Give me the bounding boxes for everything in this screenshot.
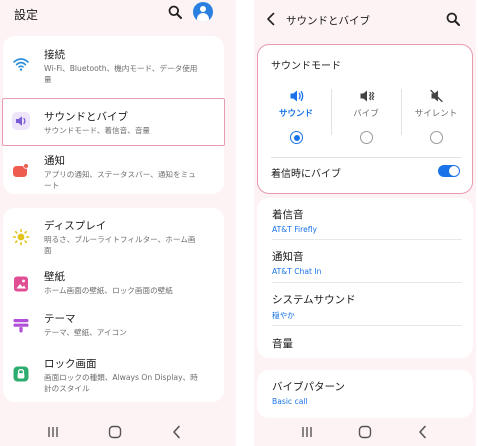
mute-icon bbox=[430, 89, 443, 103]
navigation-bar bbox=[254, 420, 476, 446]
navigation-bar bbox=[0, 420, 236, 446]
settings-item-subtitle: 明るさ、ブルーライトフィルター、ホーム画面 bbox=[44, 235, 196, 255]
vibration-card: バイブパターン Basic call bbox=[257, 370, 473, 418]
settings-item-wallpaper[interactable]: 壁紙 ホーム画面の壁紙、ロック画面の壁紙 bbox=[3, 266, 224, 300]
recents-icon[interactable] bbox=[298, 423, 316, 441]
item-title: 通知音 bbox=[272, 251, 304, 263]
radio-vibrate[interactable] bbox=[360, 131, 373, 144]
selection-highlight bbox=[2, 98, 225, 146]
wifi-icon bbox=[13, 58, 29, 71]
settings-item-title: ロック画面 bbox=[44, 358, 97, 370]
divider bbox=[272, 239, 462, 240]
wallpaper-icon bbox=[14, 276, 28, 292]
settings-item-lock-screen[interactable]: ロック画面 画面ロックの種類、Always On Display、時計のスタイル bbox=[3, 352, 224, 398]
vibration-pattern-item[interactable]: バイブパターン Basic call bbox=[272, 379, 462, 406]
item-title: バイブパターン bbox=[272, 381, 345, 393]
home-icon[interactable] bbox=[106, 423, 124, 441]
item-subtitle: AT&T Chat In bbox=[272, 267, 322, 276]
theme-icon bbox=[13, 319, 29, 333]
speaker-icon bbox=[290, 90, 304, 102]
divider bbox=[272, 325, 462, 326]
settings-item-title: 壁紙 bbox=[44, 271, 65, 283]
vibrate-icon bbox=[360, 90, 375, 102]
notification-icon bbox=[13, 163, 29, 177]
notification-sound-item[interactable]: 通知音 AT&T Chat In bbox=[272, 249, 462, 276]
ringtone-item[interactable]: 着信音 AT&T Firefly bbox=[272, 207, 462, 234]
display-icon bbox=[12, 228, 30, 246]
sound-header: サウンドとバイブ bbox=[254, 0, 476, 40]
vibrate-while-ringing-toggle[interactable] bbox=[438, 165, 460, 177]
sound-mode-label: バイブ bbox=[353, 109, 379, 119]
divider bbox=[271, 157, 461, 158]
back-icon[interactable] bbox=[266, 12, 276, 26]
home-icon[interactable] bbox=[356, 423, 374, 441]
sound-mode-label: サウンド bbox=[278, 109, 313, 119]
sound-mode-card: サウンドモード サウンド バイブ サイレント 着信時にバイブ bbox=[257, 44, 473, 194]
settings-item-themes[interactable]: テーマ テーマ、壁紙、アイコン bbox=[3, 308, 224, 342]
nav-back-icon[interactable] bbox=[168, 423, 186, 441]
system-sound-item[interactable]: システムサウンド 穏やか bbox=[272, 292, 462, 321]
item-title: 着信音 bbox=[272, 209, 304, 221]
settings-item-title: 接続 bbox=[44, 49, 65, 61]
radio-sound[interactable] bbox=[290, 131, 303, 144]
sound-vibration-screen: サウンドとバイブ サウンドモード サウンド バイブ サイレント 着信時にバイブ … bbox=[254, 0, 476, 446]
item-subtitle: AT&T Firefly bbox=[272, 225, 318, 234]
sound-mode-label: サイレント bbox=[414, 109, 458, 119]
nav-back-icon[interactable] bbox=[414, 423, 432, 441]
settings-item-display[interactable]: ディスプレイ 明るさ、ブルーライトフィルター、ホーム画面 bbox=[3, 214, 224, 260]
settings-item-title: テーマ bbox=[44, 313, 76, 325]
settings-item-subtitle: Wi-Fi、Bluetooth、機内モード、データ使用量 bbox=[44, 64, 198, 84]
settings-item-subtitle: テーマ、壁紙、アイコン bbox=[44, 328, 127, 337]
sound-settings-card: 着信音 AT&T Firefly 通知音 AT&T Chat In システムサウ… bbox=[257, 198, 473, 358]
settings-item-title: 通知 bbox=[44, 155, 65, 167]
volume-item[interactable]: 音量 bbox=[272, 336, 462, 351]
settings-screen: 設定 接続 Wi-Fi、Bluetooth、機内モード、データ使用量 サウンドと… bbox=[0, 0, 236, 446]
item-title: 音量 bbox=[272, 338, 293, 350]
item-title: システムサウンド bbox=[272, 294, 356, 306]
account-icon[interactable] bbox=[193, 2, 213, 22]
recents-icon[interactable] bbox=[44, 423, 62, 441]
item-subtitle: Basic call bbox=[272, 397, 308, 406]
settings-item-subtitle: ホーム画面の壁紙、ロック画面の壁紙 bbox=[44, 286, 173, 295]
settings-item-title: ディスプレイ bbox=[44, 220, 107, 232]
radio-mute[interactable] bbox=[430, 131, 443, 144]
settings-item-subtitle: 画面ロックの種類、Always On Display、時計のスタイル bbox=[44, 373, 198, 393]
divider bbox=[272, 282, 462, 283]
settings-item-subtitle: アプリの通知、ステータスバー、通知をミュート bbox=[44, 170, 196, 190]
search-icon[interactable] bbox=[446, 12, 460, 26]
settings-item-notifications[interactable]: 通知 アプリの通知、ステータスバー、通知をミュート bbox=[3, 150, 224, 192]
item-subtitle: 穏やか bbox=[272, 311, 295, 320]
sound-mode-option-sound[interactable]: サウンド bbox=[261, 89, 331, 151]
lock-icon bbox=[13, 366, 29, 382]
page-title: サウンドとバイブ bbox=[286, 15, 370, 27]
settings-item-connections[interactable]: 接続 Wi-Fi、Bluetooth、機内モード、データ使用量 bbox=[3, 42, 224, 88]
sound-mode-option-mute[interactable]: サイレント bbox=[401, 89, 471, 151]
search-icon[interactable] bbox=[168, 5, 182, 19]
settings-header: 設定 bbox=[0, 0, 236, 28]
page-title: 設定 bbox=[14, 8, 39, 22]
sound-mode-option-vibrate[interactable]: バイブ bbox=[331, 89, 401, 151]
sound-mode-heading: サウンドモード bbox=[271, 61, 341, 72]
vibrate-while-ringing-label: 着信時にバイブ bbox=[271, 169, 341, 180]
